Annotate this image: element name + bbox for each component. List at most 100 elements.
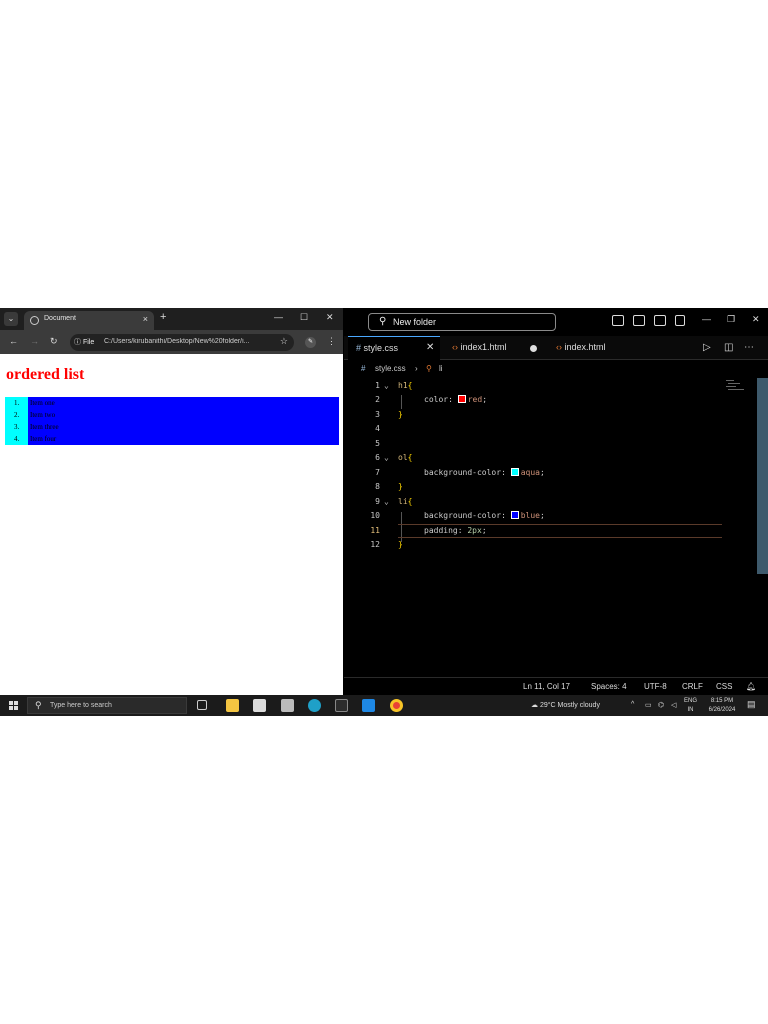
tab-index-html[interactable]: ‹› index.html <box>548 336 638 360</box>
window-close-icon[interactable]: ✕ <box>752 314 760 325</box>
html-file-icon: ‹› <box>452 342 458 352</box>
indentation-status[interactable]: Spaces: 4 <box>591 682 627 691</box>
tray-chevron-icon[interactable]: ^ <box>631 701 634 708</box>
list-item-text: Item four <box>30 435 57 443</box>
clock-date: 6/26/2024 <box>708 707 736 713</box>
customize-layout-icon[interactable] <box>675 315 685 326</box>
tab-index1-html[interactable]: ‹› index1.html <box>444 336 544 360</box>
store-icon[interactable] <box>253 699 266 712</box>
toggle-secondary-sidebar-icon[interactable] <box>654 315 666 326</box>
brace: } <box>398 410 403 419</box>
window-close-icon[interactable]: ✕ <box>326 312 334 323</box>
toggle-panel-icon[interactable] <box>633 315 645 326</box>
mail-icon[interactable] <box>281 699 294 712</box>
list-number: 4. <box>14 435 20 443</box>
vscode-taskbar-icon[interactable] <box>362 699 375 712</box>
more-actions-icon[interactable]: ⋯ <box>744 342 754 353</box>
eol-status[interactable]: CRLF <box>682 682 703 691</box>
bookmark-star-icon[interactable]: ☆ <box>280 336 288 347</box>
status-bar: Ln 11, Col 17 Spaces: 4 UTF-8 CRLF CSS 🔔… <box>344 677 768 695</box>
breadcrumb-separator-icon: › <box>415 364 418 373</box>
encoding-status[interactable]: UTF-8 <box>644 682 667 691</box>
browser-menu-icon[interactable]: ⋮ <box>327 336 336 347</box>
line-number: 5 <box>375 439 380 448</box>
vscode-title-bar: ⚲ New folder — ❐ ✕ <box>344 308 768 336</box>
address-bar[interactable]: ⓘ File C:/Users/kirubanithi/Desktop/New%… <box>70 334 294 351</box>
cursor-position[interactable]: Ln 11, Col 17 <box>523 682 570 691</box>
browser-tab-document[interactable]: Document × <box>24 311 154 330</box>
color-swatch-red[interactable] <box>457 395 466 403</box>
taskbar-search-box[interactable]: ⚲ Type here to search <box>27 697 187 714</box>
notifications-bell-icon[interactable]: 🔔︎ <box>746 682 756 691</box>
line-number: 12 <box>370 540 380 549</box>
tab-close-icon[interactable]: ✕ <box>426 342 434 353</box>
command-center[interactable]: ⚲ New folder <box>368 313 556 331</box>
search-icon: ⚲ <box>379 316 387 327</box>
semicolon: ; <box>539 468 545 477</box>
code-line-6: ol{ <box>398 453 412 462</box>
terminal-icon[interactable] <box>335 699 348 712</box>
fold-chevron-icon[interactable]: ⌄ <box>384 453 389 462</box>
split-editor-icon[interactable]: ◫ <box>724 342 733 353</box>
line-number: 3 <box>375 410 380 419</box>
breadcrumb-file[interactable]: style.css <box>375 364 406 373</box>
code-line-2: color: red; <box>424 395 487 404</box>
network-icon[interactable]: ⌬ <box>658 701 664 709</box>
volume-icon[interactable]: ◁ <box>671 701 676 709</box>
unsaved-dot-icon[interactable] <box>530 345 537 352</box>
code-editor[interactable]: 1 2 3 4 5 6 7 8 9 10 11 12 ⌄ ⌄ ⌄ h1{ col… <box>344 378 756 676</box>
minimize-icon[interactable]: — <box>702 314 711 324</box>
run-icon[interactable]: ▷ <box>703 342 711 353</box>
semicolon: ; <box>481 526 487 535</box>
code-line-1: h1{ <box>398 381 412 390</box>
list-item-text: Item one <box>30 399 55 407</box>
editor-scrollbar[interactable] <box>757 378 768 574</box>
site-info-chip[interactable]: ⓘ File <box>74 337 94 347</box>
tab-style-css[interactable]: # style.css ✕ <box>348 336 440 360</box>
value: red <box>467 395 483 404</box>
maximize-icon[interactable]: ☐ <box>300 312 308 323</box>
forward-arrow-icon[interactable]: → <box>30 336 39 346</box>
brace: { <box>407 497 413 506</box>
minimap[interactable] <box>722 378 756 398</box>
weather-widget[interactable]: ☁ 29°C Mostly cloudy <box>531 701 600 709</box>
fold-chevron-icon[interactable]: ⌄ <box>384 381 389 390</box>
value: blue <box>520 511 540 520</box>
file-explorer-icon[interactable] <box>226 699 239 712</box>
line-number: 8 <box>375 482 380 491</box>
code-line-9: li{ <box>398 497 412 506</box>
fold-chevron-icon[interactable]: ⌄ <box>384 497 389 506</box>
command-center-text: New folder <box>393 317 437 327</box>
tab-close-icon[interactable]: × <box>143 314 148 324</box>
new-tab-button[interactable]: + <box>160 311 166 323</box>
battery-icon[interactable]: ▭ <box>645 701 652 709</box>
restore-icon[interactable]: ❐ <box>727 314 735 325</box>
tab-search-icon[interactable]: ⌄ <box>4 312 18 326</box>
extension-icon[interactable]: ✎ <box>305 337 316 348</box>
value: aqua <box>520 468 540 477</box>
back-arrow-icon[interactable]: ← <box>9 336 18 346</box>
list-item: 1. Item one <box>14 397 339 409</box>
breadcrumb-symbol[interactable]: li <box>439 364 443 373</box>
clock-time: 8:15 PM <box>710 698 734 704</box>
minimize-icon[interactable]: — <box>274 312 283 322</box>
search-placeholder: Type here to search <box>50 702 112 709</box>
notification-center-icon[interactable]: ▤ <box>747 699 756 710</box>
language-mode[interactable]: CSS <box>716 682 732 691</box>
color-swatch-blue[interactable] <box>510 511 519 519</box>
input-language-indicator[interactable]: ENG IN <box>684 697 697 715</box>
chrome-taskbar-icon[interactable] <box>390 699 403 712</box>
list-item: 4. Item four <box>14 433 339 445</box>
toggle-primary-sidebar-icon[interactable] <box>612 315 624 326</box>
code-line-10: background-color: blue; <box>424 511 545 520</box>
code-line-12: } <box>398 540 403 549</box>
weather-text: 29°C Mostly cloudy <box>539 702 600 709</box>
windows-start-icon[interactable] <box>9 701 19 711</box>
minimap-preview <box>726 380 744 390</box>
page-heading: ordered list <box>6 366 85 383</box>
system-clock[interactable]: 8:15 PM 6/26/2024 <box>704 697 740 715</box>
reload-icon[interactable]: ↻ <box>50 336 58 347</box>
color-swatch-aqua[interactable] <box>510 468 519 476</box>
edge-icon[interactable] <box>308 699 321 712</box>
task-view-icon[interactable] <box>197 700 207 710</box>
